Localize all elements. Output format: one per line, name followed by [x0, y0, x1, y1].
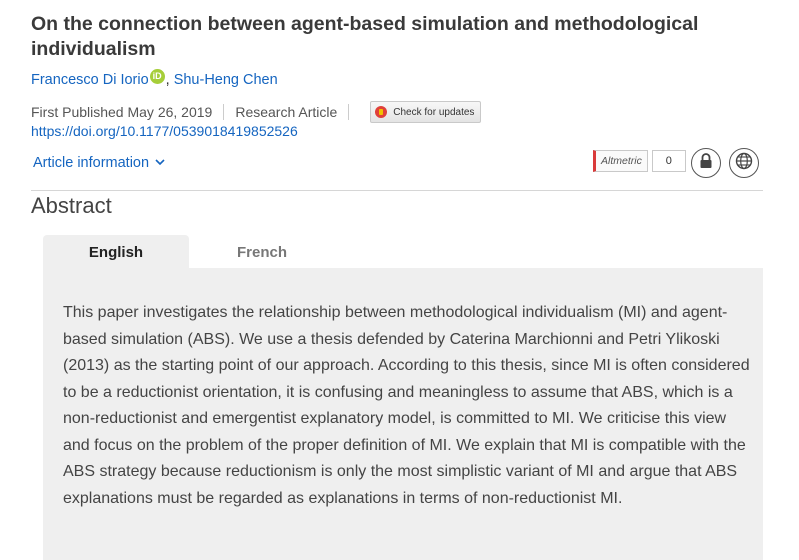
article-information-toggle[interactable]: Article information	[33, 155, 165, 171]
publication-date: First Published May 26, 2019	[31, 104, 213, 120]
orcid-icon[interactable]: iD	[149, 68, 165, 84]
language-button[interactable]	[729, 148, 759, 178]
crossmark-icon	[375, 106, 388, 118]
author-link[interactable]: Shu-Heng Chen	[174, 72, 278, 88]
article-type: Research Article	[235, 104, 338, 120]
author-link[interactable]: Francesco Di Iorio	[31, 72, 149, 88]
article-information-label: Article information	[33, 155, 150, 171]
section-divider	[31, 190, 763, 191]
author-list: Francesco Di Iorio iD , Shu-Heng Chen	[31, 68, 278, 88]
check-for-updates-label: Check for updates	[393, 106, 475, 118]
globe-icon	[735, 152, 753, 175]
altmetric-widget[interactable]: Altmetric 0	[593, 150, 686, 172]
altmetric-count: 0	[651, 150, 686, 172]
author-separator: ,	[165, 72, 170, 88]
access-button[interactable]	[691, 148, 721, 178]
publication-meta: First Published May 26, 2019 Research Ar…	[31, 101, 482, 123]
abstract-heading: Abstract	[31, 193, 112, 218]
lock-icon	[699, 152, 713, 174]
doi-link[interactable]: https://doi.org/10.1177/0539018419852526	[31, 123, 298, 139]
tab-english[interactable]: English	[43, 235, 189, 269]
divider	[348, 104, 350, 120]
tab-french[interactable]: French	[189, 235, 335, 269]
divider	[223, 104, 225, 120]
chevron-down-icon	[155, 157, 165, 169]
check-for-updates-button[interactable]: Check for updates	[370, 101, 482, 123]
altmetric-badge[interactable]: Altmetric	[593, 150, 648, 172]
abstract-panel: This paper investigates the relationship…	[43, 268, 763, 560]
article-title: On the connection between agent-based si…	[31, 13, 699, 60]
abstract-text: This paper investigates the relationship…	[63, 304, 750, 507]
